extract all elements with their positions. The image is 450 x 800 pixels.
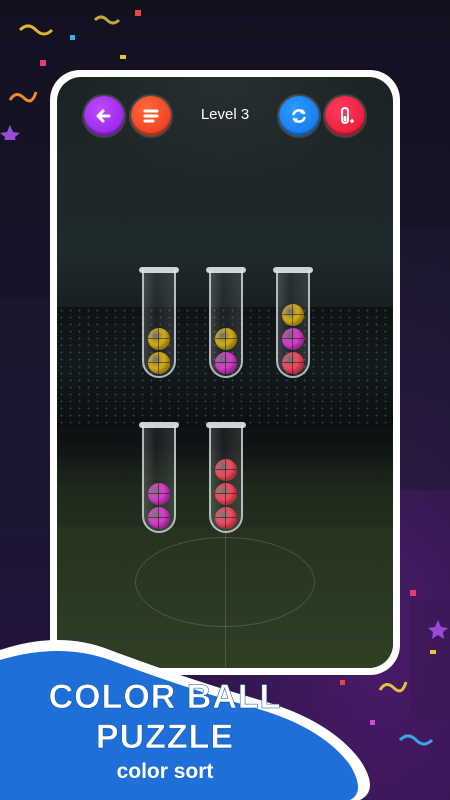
ball-pink (148, 507, 170, 529)
bg-block (400, 230, 450, 490)
add-tube-button[interactable] (325, 96, 365, 136)
promo-title-line1: COLOR BALL (48, 678, 282, 717)
ball-red (215, 507, 237, 529)
promo-subtitle: color sort (116, 760, 214, 783)
tube-rim (273, 267, 313, 273)
arrow-left-icon (96, 109, 111, 123)
ball-red (282, 352, 304, 374)
ball-yellow (282, 304, 304, 326)
ball-yellow (148, 328, 170, 350)
menu-lines-icon (143, 109, 159, 123)
ball-red (215, 459, 237, 481)
back-button[interactable] (84, 96, 124, 136)
level-label: Level 3 (200, 106, 250, 123)
ball-pink (215, 352, 237, 374)
tube-rim (206, 267, 246, 273)
bg-block (0, 300, 50, 480)
ball-yellow (215, 328, 237, 350)
tube-rim (139, 267, 179, 273)
tube-5[interactable] (206, 422, 246, 533)
tube-2[interactable] (206, 267, 246, 378)
court-circle (135, 537, 315, 627)
tube-4[interactable] (139, 422, 179, 533)
restart-button[interactable] (279, 96, 319, 136)
test-tube-plus-icon (341, 107, 354, 124)
ball-pink (148, 483, 170, 505)
promo-title-line2: PUZZLE (95, 718, 235, 757)
tube-rim (139, 422, 179, 428)
tube-3[interactable] (273, 267, 313, 378)
ball-pink (282, 328, 304, 350)
refresh-icon (292, 109, 306, 123)
tube-1[interactable] (139, 267, 179, 378)
ball-yellow (148, 352, 170, 374)
ball-red (215, 483, 237, 505)
menu-button[interactable] (131, 96, 171, 136)
tube-rim (206, 422, 246, 428)
